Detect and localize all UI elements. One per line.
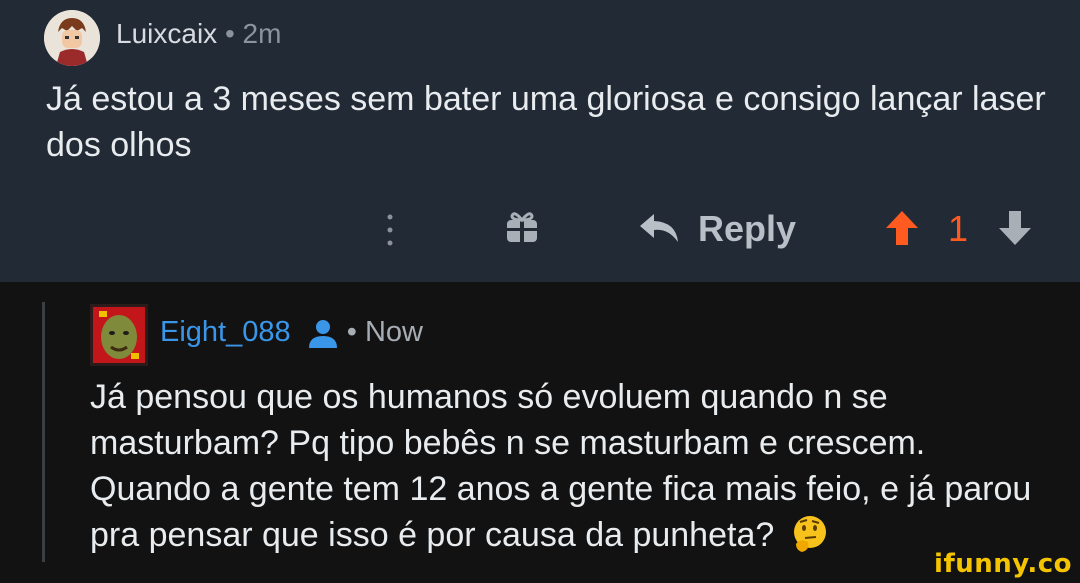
vertical-dots-icon[interactable] (384, 212, 396, 248)
reply-header: Eight_088 • Now (160, 316, 423, 349)
separator-dot: • (224, 18, 235, 49)
vote-score: 1 (948, 208, 969, 249)
thinking-face-emoji (793, 516, 826, 552)
avatar[interactable] (44, 10, 100, 66)
reply-avatar[interactable] (90, 304, 148, 366)
arrow-down-icon[interactable] (998, 210, 1032, 246)
reply-timestamp: Now (364, 316, 423, 348)
thread-line (42, 302, 45, 562)
watermark: ifunny.co (934, 549, 1072, 579)
comment-header: Luixcaix • 2m (116, 18, 281, 50)
parent-comment: Luixcaix • 2m Já estou a 3 meses sem bat… (0, 0, 1080, 282)
reply-arrow-icon[interactable] (638, 212, 680, 244)
user-icon (308, 320, 337, 349)
reply-username[interactable]: Eight_088 (160, 316, 291, 348)
separator-dot: • (346, 316, 357, 348)
reply-button[interactable]: Reply (698, 208, 796, 250)
arrow-up-icon[interactable] (885, 210, 919, 246)
reply-text: Já pensou que os humanos só evoluem quan… (90, 378, 1032, 554)
username[interactable]: Luixcaix (116, 18, 217, 49)
reply-text-block: Já pensou que os humanos só evoluem quan… (90, 374, 1055, 558)
gift-icon[interactable] (504, 208, 540, 244)
comment-actions: Reply 1 (0, 200, 1080, 260)
comment-text: Já estou a 3 meses sem bater uma glorios… (46, 80, 1046, 164)
timestamp: 2m (242, 18, 282, 49)
